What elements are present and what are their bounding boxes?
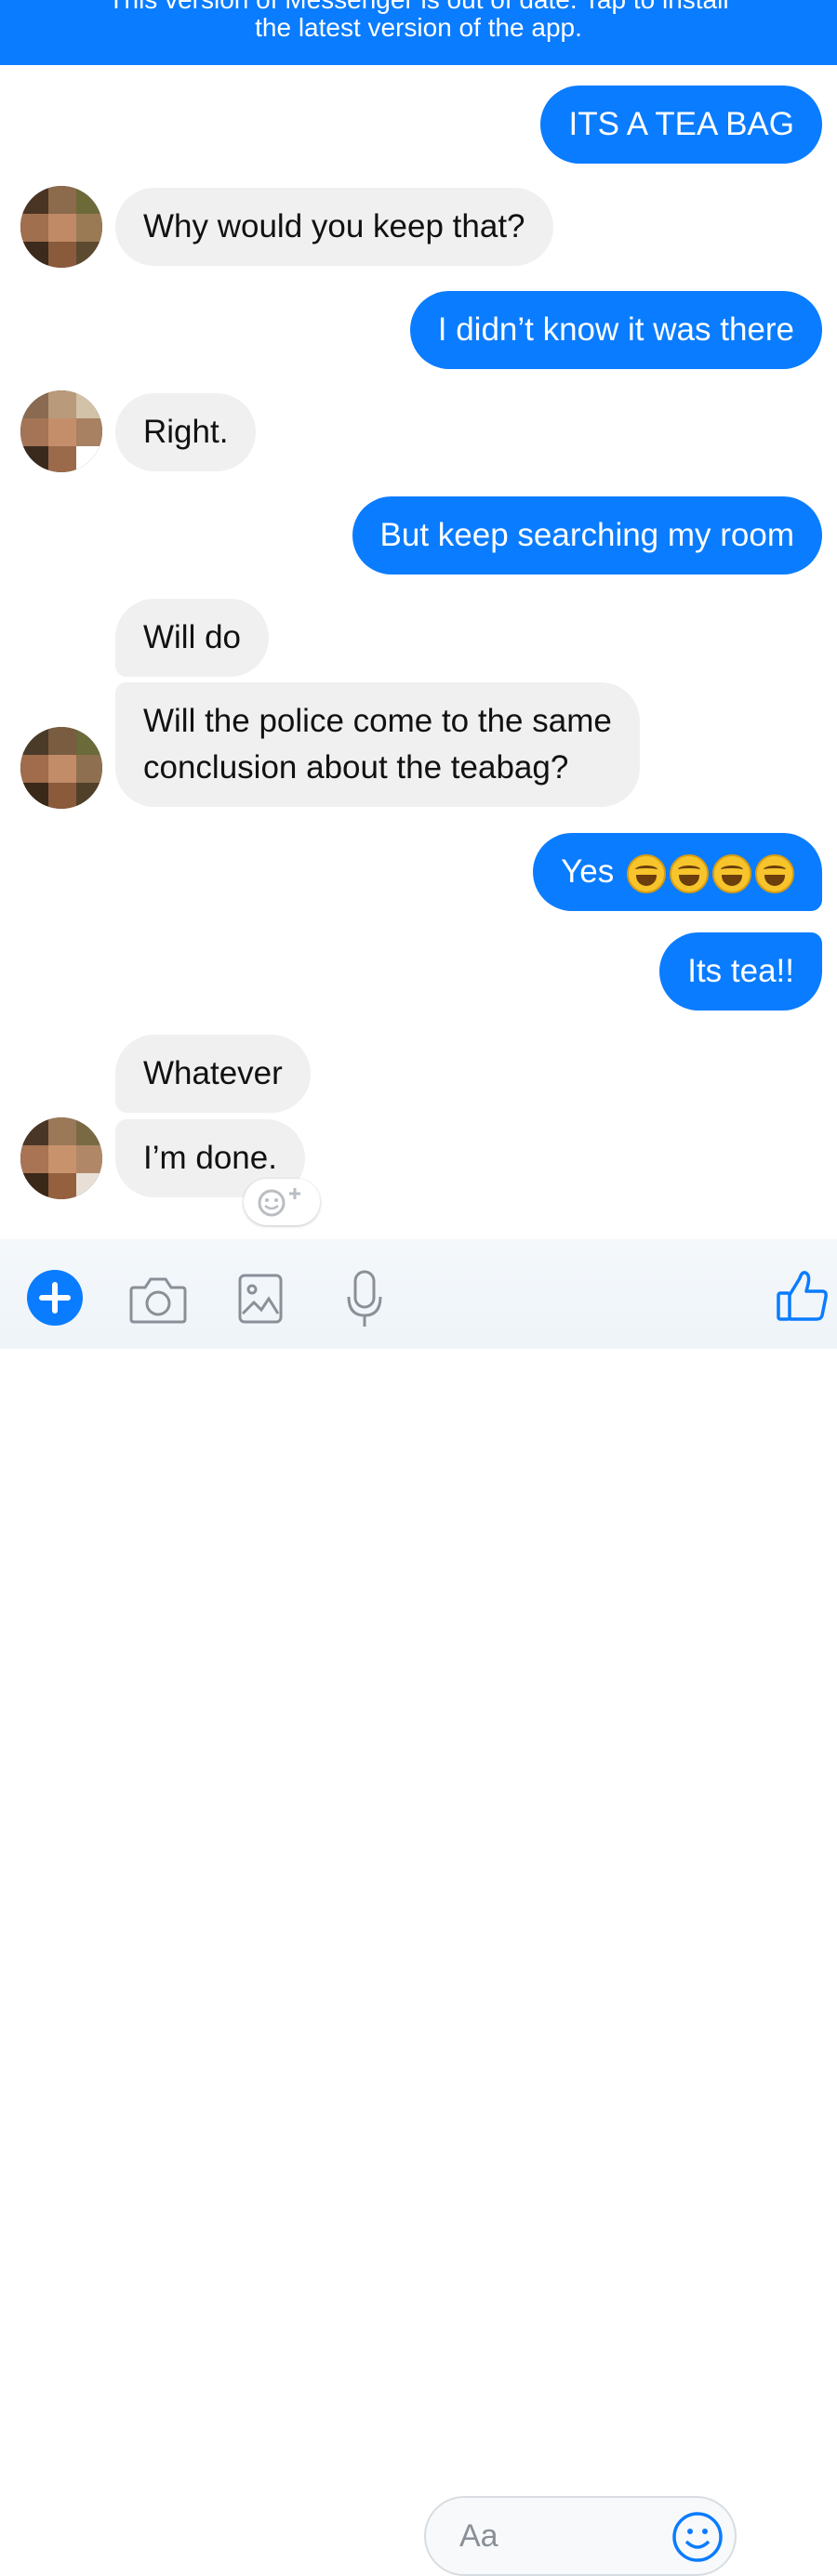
banner-line-2: the latest version of the app. xyxy=(255,13,582,42)
message-input-placeholder: Aa xyxy=(459,2518,498,2554)
thumbs-up-icon[interactable] xyxy=(774,1267,830,1325)
message-text: Will do xyxy=(143,619,242,655)
laughing-emoji-icon xyxy=(627,853,666,893)
laughing-emoji-icon xyxy=(670,853,709,893)
outgoing-message[interactable]: ITS A TEA BAG xyxy=(540,86,822,164)
image-icon[interactable] xyxy=(237,1273,284,1325)
message-text: I’m done. xyxy=(143,1140,277,1176)
message-text: conclusion about the teabag? xyxy=(143,749,569,786)
plus-icon[interactable] xyxy=(26,1269,84,1327)
message-text: Yes xyxy=(561,853,615,890)
message-text: Will the police come to the same xyxy=(143,703,612,739)
microphone-icon[interactable] xyxy=(344,1269,385,1330)
message-text: Right. xyxy=(143,414,229,450)
contact-avatar[interactable] xyxy=(20,1117,102,1199)
message-input[interactable]: Aa xyxy=(424,2496,737,2576)
outgoing-message[interactable]: But keep searching my room xyxy=(352,496,822,575)
incoming-message[interactable]: Will do xyxy=(115,599,270,677)
message-text: Whatever xyxy=(143,1055,283,1091)
add-reaction-icon xyxy=(258,1188,300,1217)
incoming-message[interactable]: Whatever xyxy=(115,1035,311,1113)
outgoing-message[interactable]: Its tea!! xyxy=(659,932,822,1011)
contact-avatar[interactable] xyxy=(20,727,102,809)
smiley-icon[interactable] xyxy=(671,2511,724,2563)
message-text: But keep searching my room xyxy=(379,517,794,553)
outgoing-message[interactable]: I didn’t know it was there xyxy=(409,291,822,369)
update-banner[interactable]: This version of Messenger is out of date… xyxy=(0,0,837,65)
incoming-message[interactable]: Will the police come to the same conclus… xyxy=(115,682,640,807)
contact-avatar[interactable] xyxy=(20,186,102,268)
message-text: I didn’t know it was there xyxy=(437,311,794,348)
message-text: Its tea!! xyxy=(687,953,794,989)
message-text: ITS A TEA BAG xyxy=(568,106,794,142)
camera-icon[interactable] xyxy=(128,1275,188,1325)
contact-avatar[interactable] xyxy=(20,390,102,472)
laughing-emoji-icon xyxy=(755,853,794,893)
message-text: Why would you keep that? xyxy=(143,208,525,244)
outgoing-message[interactable]: Yes xyxy=(533,833,822,911)
composer-toolbar: Aa xyxy=(0,1239,837,2576)
incoming-message[interactable]: Right. xyxy=(115,393,257,471)
laughing-emoji-icon xyxy=(712,853,751,893)
add-reaction-button[interactable] xyxy=(244,1179,320,1225)
incoming-message[interactable]: Why would you keep that? xyxy=(115,188,553,266)
